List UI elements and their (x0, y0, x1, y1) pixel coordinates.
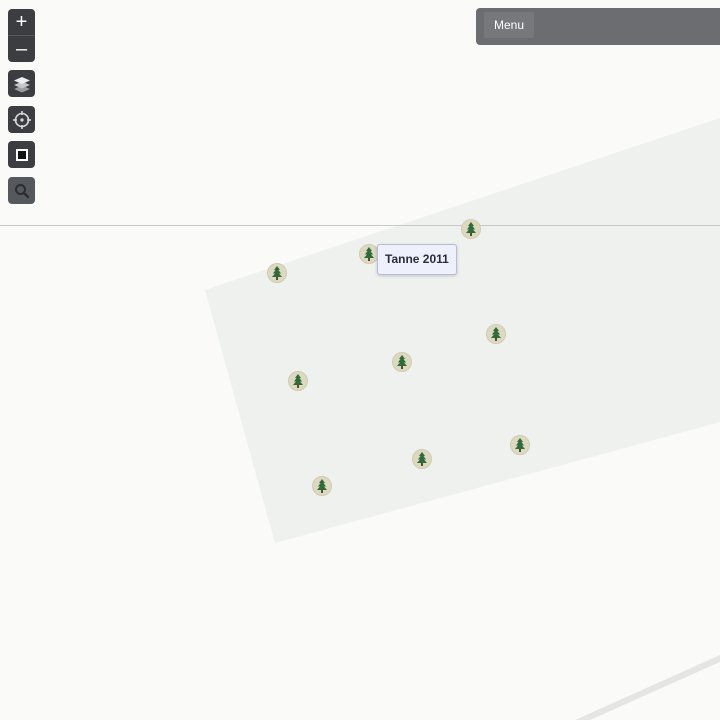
tree-icon (272, 266, 282, 280)
tree-marker-5[interactable] (392, 352, 412, 372)
tree-icon (293, 374, 303, 388)
locate-button[interactable] (8, 106, 35, 133)
tree-marker-4[interactable] (486, 324, 506, 344)
zoom-in-button[interactable]: + (8, 9, 35, 35)
crosshair-icon (12, 110, 31, 129)
map-base-layer (0, 118, 720, 720)
tree-marker-7[interactable] (510, 435, 530, 455)
tree-marker-1[interactable] (461, 219, 481, 239)
menu-bar: Menu (476, 8, 720, 45)
map-controls: + – (8, 9, 35, 204)
tree-icon (364, 247, 374, 261)
parcel-area (205, 118, 720, 543)
map-edge-shadow (575, 655, 720, 720)
tree-marker-8[interactable] (412, 449, 432, 469)
tree-marker-2[interactable] (359, 244, 379, 264)
frame-icon (15, 148, 28, 161)
search-button[interactable] (8, 177, 35, 204)
zoom-control: + – (8, 9, 35, 62)
fullscreen-button[interactable] (8, 141, 35, 168)
search-icon (14, 183, 29, 198)
map-canvas[interactable]: Tanne 2011 + – Menu (0, 0, 720, 720)
menu-button[interactable]: Menu (484, 12, 535, 38)
layers-button[interactable] (8, 70, 35, 97)
tree-icon (466, 222, 476, 236)
layers-icon (13, 76, 30, 92)
tree-marker-3[interactable] (267, 263, 287, 283)
tree-icon (317, 479, 327, 493)
tree-marker-6[interactable] (288, 371, 308, 391)
tree-icon (491, 327, 501, 341)
marker-tooltip: Tanne 2011 (377, 244, 457, 275)
tree-marker-9[interactable] (312, 476, 332, 496)
zoom-out-button[interactable]: – (8, 36, 35, 62)
tree-icon (397, 355, 407, 369)
tree-icon (417, 452, 427, 466)
tree-icon (515, 438, 525, 452)
